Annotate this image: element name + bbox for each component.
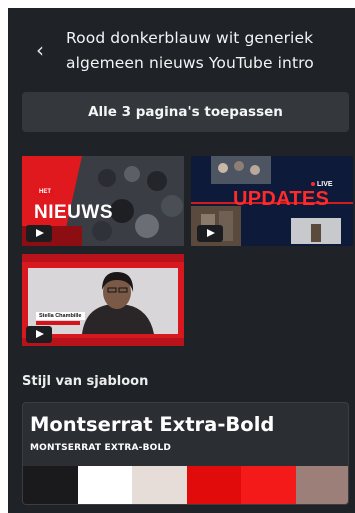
play-icon (197, 225, 223, 242)
live-label: LIVE (311, 181, 333, 188)
color-swatch-4 (186, 466, 241, 504)
color-swatch-6 (295, 466, 348, 504)
play-icon (26, 326, 52, 343)
page-thumbnail-2[interactable]: LIVE UPDATES (191, 156, 353, 246)
template-style-card[interactable]: Montserrat Extra-Bold MONTSERRAT EXTRA-B… (22, 402, 349, 505)
template-panel: ‹ Rood donkerblauw wit generiek algemeen… (8, 8, 355, 513)
color-swatch-1 (23, 466, 78, 504)
chevron-left-icon[interactable]: ‹ (36, 40, 50, 60)
apply-all-pages-button[interactable]: Alle 3 pagina's toepassen (22, 92, 349, 132)
headline-text: UPDATES (233, 188, 330, 210)
live-text: LIVE (317, 181, 333, 188)
color-palette (23, 466, 348, 504)
play-icon (26, 225, 52, 242)
template-title: Rood donkerblauw wit generiek algemeen n… (66, 29, 314, 72)
color-swatch-5 (241, 466, 296, 504)
panel-header: ‹ Rood donkerblauw wit generiek algemeen… (8, 8, 355, 88)
headline-text: NIEUWS (34, 202, 113, 223)
live-dot-icon (311, 182, 315, 187)
color-swatch-3 (132, 466, 187, 504)
color-swatch-2 (77, 466, 132, 504)
template-style-heading: Stijl van sjabloon (22, 374, 149, 389)
font-name-caps-preview: MONTSERRAT EXTRA-BOLD (30, 443, 172, 453)
headline-tag: HET (36, 188, 54, 196)
presenter-name-tag: Stella Chambille (36, 312, 85, 320)
name-tag-bar (36, 321, 80, 325)
font-name-preview: Montserrat Extra-Bold (30, 413, 275, 436)
page-thumbnail-1[interactable]: HET NIEUWS (22, 156, 184, 246)
page-thumbnail-3[interactable]: Stella Chambille (22, 254, 184, 346)
